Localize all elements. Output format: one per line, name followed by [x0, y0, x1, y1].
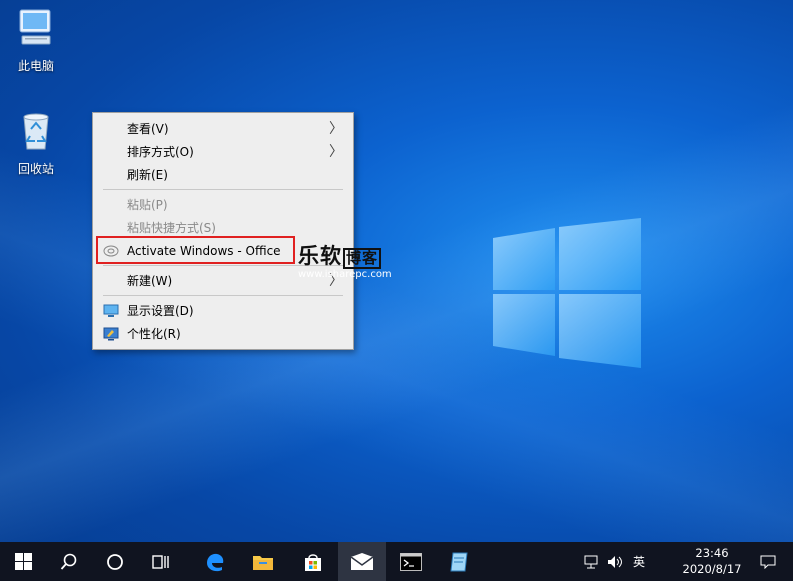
display-icon	[103, 304, 119, 317]
chevron-right-icon: 〉	[329, 121, 343, 137]
task-view-icon	[152, 554, 169, 569]
desktop-icon-this-pc[interactable]: 此电脑	[1, 6, 71, 74]
notepad-button[interactable]	[436, 542, 482, 581]
cortana-icon	[107, 553, 123, 570]
watermark-url: www.isharepc.com	[298, 269, 392, 280]
menu-item-label: 显示设置(D)	[127, 304, 194, 318]
speaker-icon	[608, 555, 622, 568]
menu-item-label: 刷新(E)	[127, 168, 168, 182]
computer-icon	[19, 9, 51, 45]
clock-time: 23:46	[695, 546, 729, 560]
taskbar: 英 23:46 2020/8/17	[0, 542, 793, 581]
task-view-button[interactable]	[138, 542, 184, 581]
desktop-icon-recycle-bin[interactable]: 回收站	[1, 109, 71, 177]
desktop-icon-label: 此电脑	[17, 59, 54, 73]
edge-icon	[207, 553, 224, 571]
terminal-icon	[400, 552, 422, 571]
ime-label: 英	[632, 555, 645, 569]
volume-button[interactable]	[604, 542, 626, 581]
watermark-brand: 乐软	[298, 244, 342, 268]
clock-date: 2020/8/17	[682, 562, 742, 576]
search-button[interactable]	[46, 542, 92, 581]
notification-icon	[760, 555, 776, 569]
menu-item-refresh[interactable]: 刷新(E)	[93, 164, 353, 186]
start-button[interactable]	[0, 542, 46, 581]
network-button[interactable]	[580, 542, 602, 581]
mail-button[interactable]	[338, 542, 386, 581]
network-icon	[584, 555, 598, 568]
terminal-button[interactable]	[388, 542, 434, 581]
mail-icon	[350, 552, 374, 570]
menu-item-paste[interactable]: 粘贴(P)	[93, 194, 353, 216]
file-explorer-button[interactable]	[240, 542, 286, 581]
highlight-box	[96, 236, 295, 264]
menu-item-label: 排序方式(O)	[127, 145, 194, 159]
start-icon	[14, 553, 32, 570]
menu-item-label: 查看(V)	[127, 122, 169, 136]
file-explorer-icon	[253, 555, 273, 570]
chevron-right-icon: 〉	[329, 144, 343, 160]
personalize-icon	[103, 327, 119, 341]
watermark-brand-box: 博客	[343, 248, 382, 269]
notepad-icon	[450, 552, 468, 571]
menu-item-personalize[interactable]: 个性化(R)	[93, 323, 353, 345]
menu-item-sort-by[interactable]: 排序方式(O) 〉	[93, 141, 353, 163]
menu-item-label: 新建(W)	[127, 274, 173, 288]
menu-item-display-settings[interactable]: 显示设置(D)	[93, 300, 353, 322]
search-icon	[60, 553, 77, 570]
desktop-context-menu: 查看(V) 〉 排序方式(O) 〉 刷新(E) 粘贴(P) 粘贴快捷方式(S) …	[92, 112, 354, 350]
ime-mode-button[interactable]: 英	[628, 542, 650, 581]
menu-item-view[interactable]: 查看(V) 〉	[93, 118, 353, 140]
menu-separator	[103, 295, 343, 296]
desktop-icon-label: 回收站	[17, 162, 54, 176]
edge-button[interactable]	[192, 542, 238, 581]
menu-separator	[103, 189, 343, 190]
clock[interactable]: 23:46 2020/8/17	[672, 545, 752, 577]
menu-item-label: 个性化(R)	[127, 327, 181, 341]
cortana-button[interactable]	[92, 542, 138, 581]
store-button[interactable]	[290, 542, 336, 581]
action-center-button[interactable]	[754, 542, 782, 581]
menu-item-label: 粘贴(P)	[127, 198, 168, 212]
windows-wallpaper-logo	[493, 218, 641, 368]
watermark-logo: 乐软 博客 www.isharepc.com	[298, 244, 392, 281]
recycle-bin-icon	[23, 113, 49, 150]
store-icon	[305, 553, 321, 571]
